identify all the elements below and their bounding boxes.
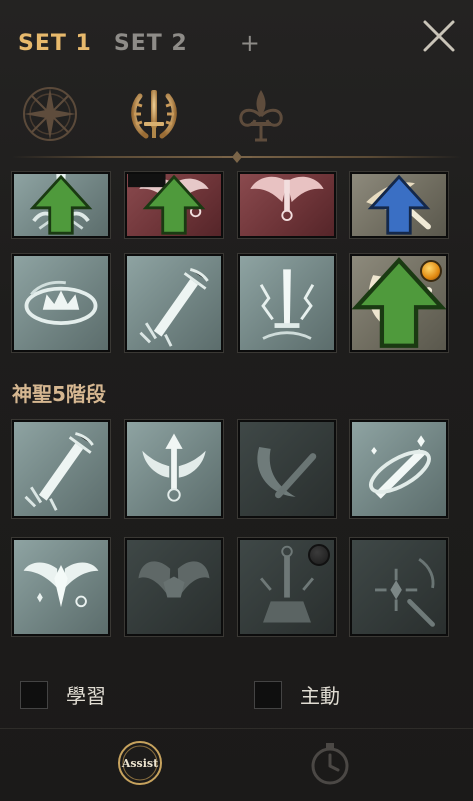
sword-shatter-icon <box>24 432 94 511</box>
skill-slot[interactable] <box>350 538 448 636</box>
tab-set-1[interactable]: SET 1 <box>18 31 92 56</box>
skill-slot[interactable] <box>125 538 223 636</box>
skill-panel: SET 1 SET 2 + 神聖5階段 學習 主動 Assist <box>0 0 473 801</box>
sword-shatter-icon <box>139 268 209 347</box>
dark-slash-icon <box>257 446 317 499</box>
learn-toggle[interactable]: 學習 <box>20 680 106 709</box>
winged-crest-icon <box>23 562 99 608</box>
winged-cross-icon <box>250 176 324 221</box>
set-tabs: SET 1 SET 2 + <box>18 28 283 58</box>
lightning-sword-icon <box>259 269 315 340</box>
skill-slot[interactable] <box>238 172 336 238</box>
skill-slot[interactable] <box>125 172 223 238</box>
winged-arrow-icon <box>142 433 206 502</box>
skill-slot[interactable] <box>238 254 336 352</box>
stopwatch-icon <box>311 743 349 785</box>
footer-divider <box>0 728 473 729</box>
close-button[interactable] <box>421 18 457 54</box>
assist-label: Assist <box>121 757 159 770</box>
category-fleur[interactable] <box>229 82 293 146</box>
skill-slot[interactable] <box>350 254 448 352</box>
add-set-button[interactable]: + <box>240 29 261 57</box>
skill-slot[interactable] <box>125 254 223 352</box>
assist-button[interactable]: Assist <box>116 739 164 787</box>
upgrade-arrow-icon <box>29 174 93 235</box>
category-laurel-sword[interactable] <box>122 82 186 146</box>
star-burst-icon <box>375 557 435 627</box>
skill-slot[interactable] <box>238 420 336 518</box>
tab-set-2[interactable]: SET 2 <box>114 31 188 56</box>
skill-slot[interactable] <box>12 172 110 238</box>
crossed-sword-icon <box>369 435 431 499</box>
assist-icon: Assist <box>118 741 162 785</box>
learn-checkbox[interactable] <box>20 680 48 709</box>
skill-slot[interactable] <box>12 538 110 636</box>
upgrade-arrow-icon <box>367 174 431 235</box>
upgrade-arrow-icon <box>142 174 206 235</box>
skill-slot[interactable] <box>12 254 110 352</box>
skill-slot[interactable] <box>238 538 336 636</box>
category-row <box>0 82 473 152</box>
holy-crown-whirl-icon <box>24 280 98 326</box>
active-checkbox[interactable] <box>254 680 282 709</box>
laurel-sword-icon <box>131 90 177 139</box>
close-icon <box>423 20 455 52</box>
skill-slot[interactable] <box>350 420 448 518</box>
active-toggle[interactable]: 主動 <box>254 680 340 709</box>
skill-slot[interactable] <box>12 420 110 518</box>
upgrade-arrow-icon <box>352 257 446 348</box>
skill-slot[interactable] <box>350 172 448 238</box>
skill-slot[interactable] <box>125 420 223 518</box>
divider-ornament-icon <box>222 151 252 163</box>
dark-wings-icon <box>138 561 210 598</box>
section-label: 神聖5階段 <box>12 382 106 406</box>
active-label: 主動 <box>300 684 340 708</box>
timer-button[interactable] <box>306 739 354 787</box>
category-compass[interactable] <box>18 82 82 146</box>
learn-label: 學習 <box>66 684 106 708</box>
locked-orb-icon <box>308 544 330 566</box>
fleur-ornament-icon <box>239 90 283 142</box>
compass-star-icon <box>23 87 77 141</box>
